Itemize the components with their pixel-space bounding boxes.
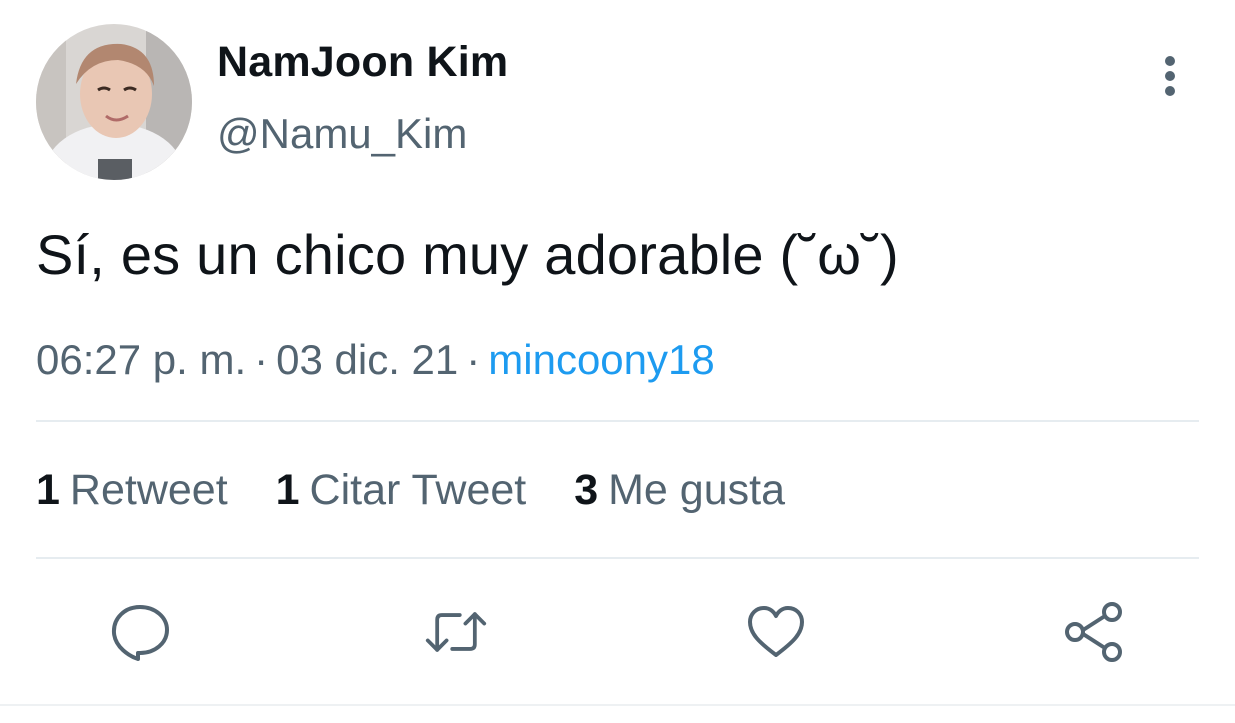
- meta-separator: ·: [254, 336, 269, 383]
- tweet-text: Sí, es un chico muy adorable (˘ω˘): [36, 223, 899, 286]
- quotes-count: 1: [275, 466, 300, 514]
- avatar-photo: [36, 24, 192, 180]
- retweets-count: 1: [36, 466, 60, 514]
- retweets-label: Retweet: [69, 466, 228, 514]
- quotes-label: Citar Tweet: [309, 466, 527, 514]
- more-vertical-icon: [1165, 56, 1175, 96]
- likes-count: 3: [574, 466, 599, 514]
- user-handle[interactable]: @Namu_Kim: [217, 110, 467, 158]
- tweet-meta: 06:27 p. m. · 03 dic. 21 · mincoony18: [36, 336, 715, 384]
- tweet-stats: 1 Retweet 1 Citar Tweet 3 Me gusta: [36, 466, 821, 515]
- tweet-detail: NamJoon Kim @Namu_Kim Sí, es un chico mu…: [0, 0, 1235, 723]
- share-icon: [1065, 602, 1122, 662]
- reply-icon: [111, 605, 169, 661]
- like-button[interactable]: [744, 600, 808, 664]
- reply-button[interactable]: [108, 600, 172, 664]
- retweet-button[interactable]: [424, 600, 488, 664]
- bottom-divider: [0, 704, 1235, 706]
- divider: [36, 557, 1199, 559]
- tweet-time[interactable]: 06:27 p. m.: [36, 336, 246, 383]
- retweet-icon: [425, 612, 487, 652]
- meta-separator: ·: [466, 336, 481, 383]
- tweet-source-link[interactable]: mincoony18: [488, 336, 714, 383]
- share-button[interactable]: [1062, 600, 1126, 664]
- heart-icon: [748, 606, 804, 657]
- more-options-button[interactable]: [1150, 52, 1190, 100]
- likes-stat[interactable]: 3 Me gusta: [574, 466, 785, 514]
- avatar[interactable]: [36, 24, 192, 180]
- divider: [36, 420, 1199, 422]
- quotes-stat[interactable]: 1 Citar Tweet: [276, 466, 527, 514]
- likes-label: Me gusta: [608, 466, 785, 514]
- display-name[interactable]: NamJoon Kim: [217, 38, 508, 87]
- retweets-stat[interactable]: 1 Retweet: [36, 466, 228, 514]
- tweet-date[interactable]: 03 dic. 21: [276, 336, 458, 383]
